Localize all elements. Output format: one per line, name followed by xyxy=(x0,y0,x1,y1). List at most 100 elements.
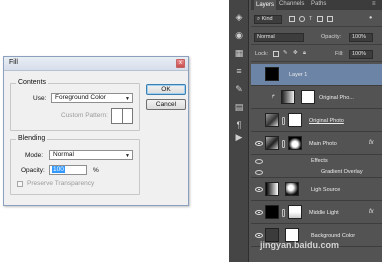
effects-label: Effects xyxy=(311,158,328,164)
layer-row[interactable]: Main Photo fx xyxy=(251,133,382,155)
panel-menu-icon[interactable]: ≡ xyxy=(372,1,376,7)
opacity-input[interactable]: 100 xyxy=(49,165,87,175)
link-icon xyxy=(282,117,285,125)
pattern-swatch[interactable] xyxy=(111,108,133,124)
eye-icon[interactable] xyxy=(255,141,263,146)
tab-layers[interactable]: Layers xyxy=(254,0,277,10)
clip-arrow-icon: ↱ xyxy=(271,94,276,100)
type-icon[interactable]: ¶ xyxy=(233,120,245,130)
layer-name: Middle Light xyxy=(309,210,339,216)
use-select-value: Foreground Color xyxy=(55,94,106,101)
type-filter-icon[interactable]: T xyxy=(309,16,312,22)
blend-mode-value: Normal xyxy=(257,34,275,40)
ok-button[interactable]: OK xyxy=(146,84,186,95)
use-select[interactable]: Foreground Color ▼ xyxy=(51,93,133,103)
lock-label: Lock: xyxy=(255,51,269,57)
eye-icon[interactable] xyxy=(255,159,263,164)
tab-channels[interactable]: Channels xyxy=(279,1,304,7)
history-icon[interactable]: ◈ xyxy=(233,12,245,22)
smart-object-filter-icon[interactable] xyxy=(327,16,333,22)
panel-tabs: Layers Channels Paths ≡ xyxy=(251,0,382,10)
layer-mask-thumbnail xyxy=(301,90,315,104)
eye-icon[interactable] xyxy=(255,233,263,238)
effects-row[interactable]: Effects xyxy=(251,156,382,167)
layer-row[interactable]: Layer 1 xyxy=(251,64,382,86)
blending-group: Blending Mode: Normal ▼ Opacity: 100 % P… xyxy=(10,135,140,195)
lock-paint-icon[interactable]: ✎ xyxy=(283,50,288,56)
sliders-icon[interactable]: ≡ xyxy=(233,66,245,76)
layer-thumbnail xyxy=(281,90,295,104)
layer-row[interactable]: Middle Light fx xyxy=(251,202,382,224)
effect-item-row[interactable]: Gradient Overlay xyxy=(251,167,382,178)
fill-field[interactable]: 100% xyxy=(349,50,373,59)
blend-mode-select[interactable]: Normal xyxy=(254,33,304,42)
fx-icon[interactable]: fx xyxy=(369,140,374,146)
layers-panel: Layers Channels Paths ≡ ⌕ Kind T ● Norma… xyxy=(251,0,382,262)
dialog-titlebar[interactable]: Fill x xyxy=(4,57,188,71)
preserve-transparency-checkbox[interactable] xyxy=(17,181,23,187)
layer-thumbnail xyxy=(265,182,279,196)
layer-mask-thumbnail xyxy=(288,205,302,219)
layer-name: Layer 1 xyxy=(289,72,308,78)
layer-row[interactable]: ↱ Original Pho... xyxy=(251,87,382,109)
fx-icon[interactable]: fx xyxy=(369,209,374,215)
fill-field-value: 100% xyxy=(352,51,367,57)
opacity-label: Opacity: xyxy=(321,34,342,40)
custom-pattern-label: Custom Pattern: xyxy=(61,112,108,119)
layer-name: Background Color xyxy=(311,233,356,239)
play-icon[interactable]: ▶ xyxy=(233,132,245,142)
use-label: Use: xyxy=(33,95,47,102)
photoshop-panel-area: ◈ ◉ ▦ ≡ ✎ ▤ ¶ ▶ Layers Channels Paths ≡ … xyxy=(229,0,382,262)
layer-name: Original Photo xyxy=(309,118,344,124)
layer-mask-thumbnail xyxy=(285,182,299,196)
blending-legend: Blending xyxy=(16,135,48,142)
mode-select[interactable]: Normal ▼ xyxy=(49,150,133,160)
lock-move-icon[interactable]: ✥ xyxy=(293,50,298,56)
contents-legend: Contents xyxy=(16,79,49,86)
layer-name: Main Photo xyxy=(309,141,337,147)
filter-kind-select[interactable]: ⌕ Kind xyxy=(254,15,282,24)
brush-icon[interactable]: ✎ xyxy=(233,84,245,94)
layer-thumbnail xyxy=(265,113,279,127)
blend-row: Normal Opacity: 100% xyxy=(251,31,382,45)
layers-list: Layer 1 ↱ Original Pho... Original Photo xyxy=(251,64,382,262)
color-icon[interactable]: ◉ xyxy=(233,30,245,40)
eye-icon[interactable] xyxy=(255,210,263,215)
fill-label: Fill: xyxy=(335,51,344,57)
tab-paths[interactable]: Paths xyxy=(311,1,326,7)
filter-kind-value: Kind xyxy=(261,16,273,22)
opacity-field-value: 100% xyxy=(352,34,367,40)
layer-name: Ligh Source xyxy=(311,187,341,193)
adjustment-filter-icon[interactable] xyxy=(299,16,305,22)
layers-icon[interactable]: ▤ xyxy=(233,102,245,112)
chevron-down-icon: ▼ xyxy=(125,96,130,102)
effect-name: Gradient Overlay xyxy=(321,169,363,175)
link-icon xyxy=(282,140,285,148)
filter-row: ⌕ Kind T ● xyxy=(251,13,382,27)
lock-all-icon[interactable]: 🔒︎ xyxy=(303,50,306,57)
layer-row[interactable]: Ligh Source xyxy=(251,179,382,201)
layer-thumbnail xyxy=(265,205,279,219)
fill-dialog: Fill x Contents Use: Foreground Color ▼ … xyxy=(3,56,189,206)
layer-mask-thumbnail xyxy=(288,136,302,150)
opacity-field[interactable]: 100% xyxy=(349,33,373,42)
layer-mask-thumbnail xyxy=(288,113,302,127)
layer-name: Original Pho... xyxy=(319,95,354,101)
eye-icon[interactable] xyxy=(255,187,263,192)
close-icon[interactable]: x xyxy=(176,59,185,68)
filter-toggle-icon[interactable]: ● xyxy=(369,15,372,21)
watermark: jingyan.baidu.com xyxy=(260,240,340,250)
mode-select-value: Normal xyxy=(53,151,74,158)
mode-label: Mode: xyxy=(25,152,44,159)
dialog-title: Fill xyxy=(9,59,18,66)
contents-group: Contents Use: Foreground Color ▼ Custom … xyxy=(10,79,140,131)
eye-icon[interactable] xyxy=(255,170,263,175)
preserve-transparency-label: Preserve Transparency xyxy=(27,180,95,187)
shape-filter-icon[interactable] xyxy=(317,16,323,22)
layer-thumbnail xyxy=(265,67,279,81)
lock-pixels-icon[interactable] xyxy=(273,51,279,57)
layer-row[interactable]: Original Photo xyxy=(251,110,382,132)
pixel-filter-icon[interactable] xyxy=(289,16,295,22)
adjustments-icon[interactable]: ▦ xyxy=(233,48,245,58)
cancel-button[interactable]: Cancel xyxy=(146,99,186,110)
